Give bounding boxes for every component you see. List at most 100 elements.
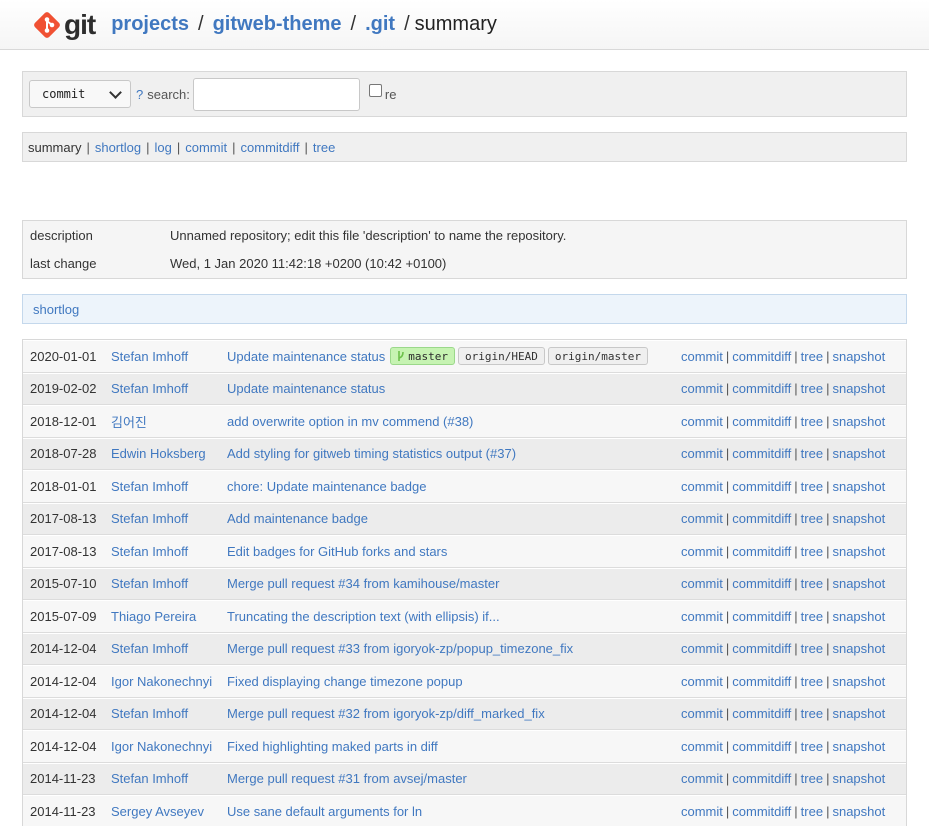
row-link-commitdiff[interactable]: commitdiff (732, 674, 791, 689)
row-link-commit[interactable]: commit (681, 544, 723, 559)
row-link-commitdiff[interactable]: commitdiff (732, 576, 791, 591)
row-link-snapshot[interactable]: snapshot (832, 674, 885, 689)
search-type-select[interactable]: commit (29, 80, 131, 108)
row-link-commitdiff[interactable]: commitdiff (732, 804, 791, 819)
row-link-tree[interactable]: tree (801, 641, 823, 656)
row-link-snapshot[interactable]: snapshot (832, 609, 885, 624)
row-link-commit[interactable]: commit (681, 641, 723, 656)
row-link-snapshot[interactable]: snapshot (832, 706, 885, 721)
commit-message[interactable]: Add maintenance badge (227, 511, 368, 526)
row-link-tree[interactable]: tree (801, 349, 823, 364)
row-link-commit[interactable]: commit (681, 381, 723, 396)
commit-message[interactable]: Edit badges for GitHub forks and stars (227, 544, 447, 559)
commit-message[interactable]: Merge pull request #32 from igoryok-zp/d… (227, 706, 545, 721)
commit-message[interactable]: Fixed highlighting maked parts in diff (227, 739, 438, 754)
commit-author[interactable]: Igor Nakonechnyi (111, 739, 212, 754)
row-link-snapshot[interactable]: snapshot (832, 544, 885, 559)
git-logo[interactable]: git (32, 10, 96, 40)
row-link-tree[interactable]: tree (801, 739, 823, 754)
commit-message[interactable]: Use sane default arguments for ln (227, 804, 422, 819)
commit-message[interactable]: add overwrite option in mv commend (#38) (227, 414, 473, 429)
row-link-commitdiff[interactable]: commitdiff (732, 609, 791, 624)
nav-link-commitdiff[interactable]: commitdiff (241, 140, 300, 155)
commit-message[interactable]: Update maintenance status (227, 349, 385, 364)
commit-author[interactable]: Sergey Avseyev (111, 804, 204, 819)
row-link-commitdiff[interactable]: commitdiff (732, 511, 791, 526)
row-link-snapshot[interactable]: snapshot (832, 479, 885, 494)
commit-message[interactable]: Fixed displaying change timezone popup (227, 674, 463, 689)
row-link-tree[interactable]: tree (801, 511, 823, 526)
nav-link-tree[interactable]: tree (313, 140, 335, 155)
row-link-commit[interactable]: commit (681, 349, 723, 364)
row-link-tree[interactable]: tree (801, 446, 823, 461)
row-link-tree[interactable]: tree (801, 706, 823, 721)
row-link-commit[interactable]: commit (681, 706, 723, 721)
row-link-commitdiff[interactable]: commitdiff (732, 479, 791, 494)
search-input[interactable] (192, 77, 360, 111)
row-link-commit[interactable]: commit (681, 739, 723, 754)
row-link-commit[interactable]: commit (681, 479, 723, 494)
regex-checkbox[interactable] (368, 83, 382, 97)
nav-link-log[interactable]: log (154, 140, 171, 155)
row-link-snapshot[interactable]: snapshot (832, 414, 885, 429)
row-link-commitdiff[interactable]: commitdiff (732, 771, 791, 786)
row-link-snapshot[interactable]: snapshot (832, 446, 885, 461)
row-link-commit[interactable]: commit (681, 771, 723, 786)
row-link-tree[interactable]: tree (801, 804, 823, 819)
row-link-tree[interactable]: tree (801, 381, 823, 396)
row-link-tree[interactable]: tree (801, 771, 823, 786)
commit-author[interactable]: Stefan Imhoff (111, 641, 188, 656)
row-link-tree[interactable]: tree (801, 414, 823, 429)
nav-link-shortlog[interactable]: shortlog (95, 140, 141, 155)
row-link-tree[interactable]: tree (801, 674, 823, 689)
breadcrumb-gitweb-theme[interactable]: gitweb-theme (213, 13, 342, 36)
row-link-commitdiff[interactable]: commitdiff (732, 349, 791, 364)
commit-message[interactable]: Merge pull request #33 from igoryok-zp/p… (227, 641, 573, 656)
row-link-commit[interactable]: commit (681, 414, 723, 429)
commit-message[interactable]: Truncating the description text (with el… (227, 609, 500, 624)
commit-author[interactable]: Igor Nakonechnyi (111, 674, 212, 689)
branch-badge-master[interactable]: master (390, 347, 456, 366)
row-link-snapshot[interactable]: snapshot (832, 511, 885, 526)
row-link-tree[interactable]: tree (801, 576, 823, 591)
row-link-commitdiff[interactable]: commitdiff (732, 446, 791, 461)
row-link-snapshot[interactable]: snapshot (832, 771, 885, 786)
breadcrumb-git[interactable]: .git (365, 13, 395, 36)
commit-author[interactable]: Stefan Imhoff (111, 511, 188, 526)
row-link-commitdiff[interactable]: commitdiff (732, 641, 791, 656)
commit-author[interactable]: Stefan Imhoff (111, 349, 188, 364)
nav-link-commit[interactable]: commit (185, 140, 227, 155)
row-link-commit[interactable]: commit (681, 446, 723, 461)
row-link-commitdiff[interactable]: commitdiff (732, 544, 791, 559)
row-link-commitdiff[interactable]: commitdiff (732, 739, 791, 754)
shortlog-title-link[interactable]: shortlog (33, 302, 79, 317)
row-link-commit[interactable]: commit (681, 609, 723, 624)
remote-ref-badge[interactable]: origin/HEAD (458, 347, 545, 366)
row-link-commitdiff[interactable]: commitdiff (732, 414, 791, 429)
row-link-commit[interactable]: commit (681, 804, 723, 819)
commit-author[interactable]: Edwin Hoksberg (111, 446, 206, 461)
commit-message[interactable]: Add styling for gitweb timing statistics… (227, 446, 516, 461)
row-link-tree[interactable]: tree (801, 479, 823, 494)
commit-message[interactable]: Merge pull request #34 from kamihouse/ma… (227, 576, 499, 591)
row-link-snapshot[interactable]: snapshot (832, 804, 885, 819)
commit-author[interactable]: Stefan Imhoff (111, 771, 188, 786)
commit-message[interactable]: Merge pull request #31 from avsej/master (227, 771, 467, 786)
row-link-commitdiff[interactable]: commitdiff (732, 706, 791, 721)
row-link-snapshot[interactable]: snapshot (832, 576, 885, 591)
commit-author[interactable]: 김어진 (111, 412, 147, 431)
row-link-commit[interactable]: commit (681, 511, 723, 526)
row-link-commit[interactable]: commit (681, 674, 723, 689)
remote-ref-badge[interactable]: origin/master (547, 347, 648, 366)
commit-author[interactable]: Stefan Imhoff (111, 381, 188, 396)
search-help-link[interactable]: ? (136, 87, 143, 102)
row-link-commitdiff[interactable]: commitdiff (732, 381, 791, 396)
commit-message[interactable]: Update maintenance status (227, 381, 385, 396)
row-link-snapshot[interactable]: snapshot (832, 349, 885, 364)
row-link-tree[interactable]: tree (801, 609, 823, 624)
row-link-snapshot[interactable]: snapshot (832, 641, 885, 656)
row-link-snapshot[interactable]: snapshot (832, 381, 885, 396)
commit-author[interactable]: Stefan Imhoff (111, 544, 188, 559)
row-link-snapshot[interactable]: snapshot (832, 739, 885, 754)
row-link-commit[interactable]: commit (681, 576, 723, 591)
